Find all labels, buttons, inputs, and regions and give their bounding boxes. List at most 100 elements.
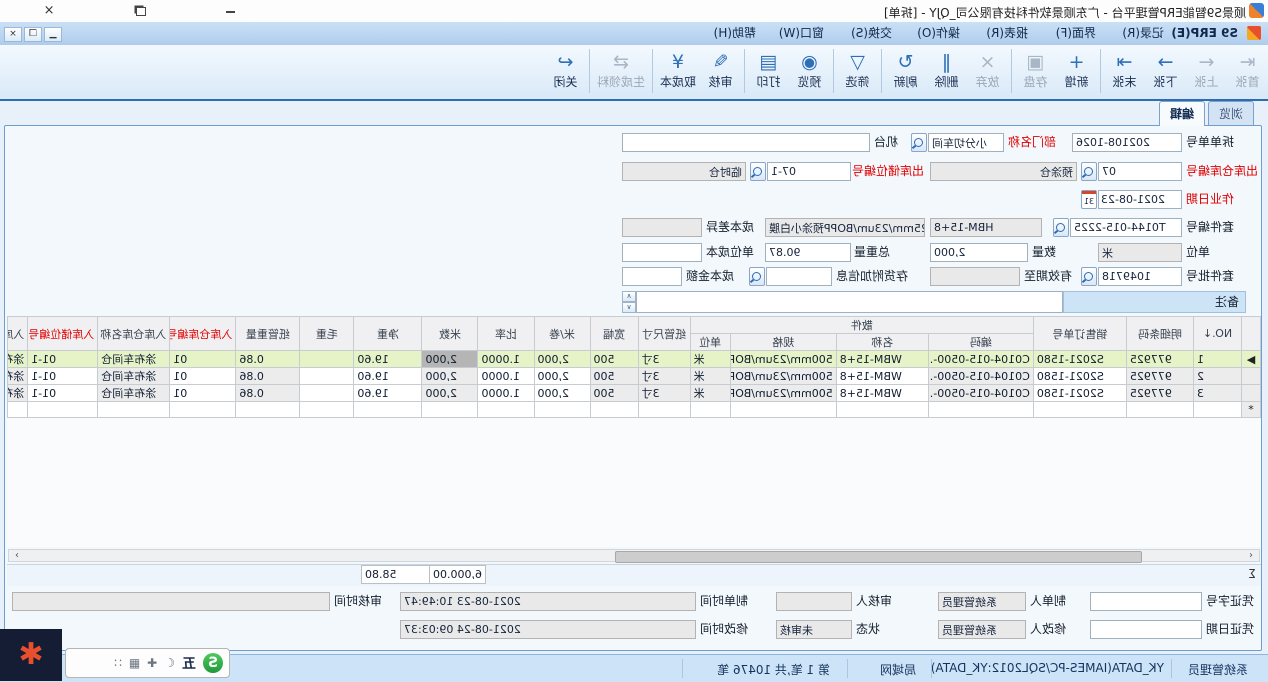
col-header-barcode[interactable]: 明细条码 [1126, 317, 1193, 351]
cell-name[interactable]: WBM-15+8 [836, 385, 928, 402]
col-header-core_wt[interactable]: 纸管重量 [236, 317, 300, 351]
cell-meters[interactable]: 2,000 [422, 351, 478, 368]
print-button[interactable]: ▤打印 [748, 47, 789, 97]
cell-meters[interactable]: 2,000 [422, 368, 478, 385]
scroll-right-arrow[interactable]: › [10, 550, 24, 562]
cell-empty-code[interactable] [928, 402, 1033, 418]
cell-barcode[interactable]: 977925 [1126, 385, 1193, 402]
cell-net[interactable]: 19.60 [354, 385, 422, 402]
cell-unit[interactable]: 米 [690, 368, 730, 385]
next-record-button[interactable]: →下张 [1145, 47, 1186, 97]
dept-input[interactable]: 小分切车间 [928, 133, 1004, 152]
ime-toolbar[interactable]: S 五 ☾ ✚ ▦ ∷ [65, 648, 230, 678]
cell-unit[interactable]: 米 [690, 351, 730, 368]
menu-item-0[interactable]: 记录(R) [1114, 25, 1172, 42]
cell-meters[interactable]: 2,000 [422, 385, 478, 402]
ime-keyboard-icon[interactable]: ▦ [129, 656, 140, 670]
preview-button[interactable]: ◉预览 [789, 47, 830, 97]
col-header-spec[interactable]: 规格 [730, 334, 836, 351]
cell-empty-meters[interactable] [422, 402, 478, 418]
menu-item-3[interactable]: 操作(O) [909, 25, 968, 42]
kit-code-input[interactable]: T0144-015-2225 [1070, 218, 1182, 237]
cell-wh_code[interactable]: 01 [170, 385, 236, 402]
table-row[interactable]: ▶1977925S2021-1580C0104-015-0500-...WBM-… [8, 351, 1261, 368]
cell-spec[interactable]: 500mm/23um/BOPP... [730, 368, 836, 385]
kit-code-lookup-button[interactable] [1053, 218, 1069, 237]
col-header-core_size[interactable]: 纸管尺寸 [638, 317, 690, 351]
out-wh-lookup-button[interactable] [1081, 162, 1097, 181]
cell-code[interactable]: C0104-015-0500-... [928, 368, 1033, 385]
cell-empty-loc_code[interactable] [28, 402, 98, 418]
cell-width[interactable]: 500 [590, 385, 638, 402]
last-record-button[interactable]: ⇥末张 [1104, 47, 1145, 97]
cell-loc_code[interactable]: 01-1 [28, 368, 98, 385]
cell-loc_name[interactable]: 涂布车间仓 [8, 368, 28, 385]
filter-button[interactable]: ▽筛选 [837, 47, 878, 97]
out-wh-input[interactable]: 07 [1098, 162, 1182, 181]
cell-core_size[interactable]: 3寸 [638, 385, 690, 402]
cell-loc_name[interactable]: 涂布车间仓 [8, 385, 28, 402]
cell-width[interactable]: 500 [590, 351, 638, 368]
new-row[interactable]: * [8, 402, 1261, 418]
cell-name[interactable]: WBM-15+8 [836, 351, 928, 368]
cell-wh_name[interactable]: 涂布车间仓 [98, 385, 170, 402]
work-date-input[interactable]: 2021-08-23 [1098, 190, 1182, 209]
delete-button[interactable]: ‖删除 [926, 47, 967, 97]
voucher-date-input[interactable] [1090, 620, 1202, 639]
col-header-m_per_roll[interactable]: 米/卷 [534, 317, 590, 351]
cell-wh_code[interactable]: 01 [170, 368, 236, 385]
cell-wh_name[interactable]: 涂布车间仓 [98, 368, 170, 385]
cell-empty-name[interactable] [836, 402, 928, 418]
cell-empty-spec[interactable] [730, 402, 836, 418]
calendar-button[interactable]: 31 [1081, 190, 1097, 209]
cell-gross[interactable] [300, 351, 354, 368]
cell-empty-loc_name[interactable] [8, 402, 28, 418]
cell-ratio[interactable]: 1.0000 [478, 351, 534, 368]
qty-input[interactable]: 2,000 [930, 243, 1028, 262]
cell-spec[interactable]: 500mm/23um/BOPP... [730, 351, 836, 368]
out-loc-lookup-button[interactable] [750, 162, 766, 181]
cell-loc_code[interactable]: 01-1 [28, 351, 98, 368]
cell-core_wt[interactable]: 0.86 [236, 368, 300, 385]
cell-net[interactable]: 19.60 [354, 368, 422, 385]
cell-empty-gross[interactable] [300, 402, 354, 418]
machine-input[interactable] [622, 133, 870, 152]
ime-menu-icon[interactable]: ∷ [114, 656, 122, 670]
voucher-no-input[interactable] [1090, 592, 1202, 611]
cell-no[interactable]: 2 [1193, 368, 1241, 385]
audit-button[interactable]: ✎审核 [700, 47, 741, 97]
table-row[interactable]: 2977925S2021-1580C0104-015-0500-...WBM-1… [8, 368, 1261, 385]
col-header-width[interactable]: 宽幅 [590, 317, 638, 351]
out-loc-input[interactable]: 07-1 [767, 162, 851, 181]
col-header-unit[interactable]: 单位 [690, 334, 730, 351]
menu-item-2[interactable]: 报表(R) [978, 25, 1036, 42]
memo-input[interactable] [636, 291, 1063, 313]
cell-empty-ratio[interactable] [478, 402, 534, 418]
inv-info-input[interactable] [766, 267, 832, 286]
cost-amount-input[interactable] [622, 267, 682, 286]
tab-edit[interactable]: 编辑 [1159, 101, 1205, 126]
menu-item-6[interactable]: 帮助(H) [706, 25, 764, 42]
cell-wh_code[interactable]: 01 [170, 351, 236, 368]
col-header-ratio[interactable]: 比率 [478, 317, 534, 351]
cell-m_per_roll[interactable]: 2,000 [534, 385, 590, 402]
cell-core_wt[interactable]: 0.86 [236, 351, 300, 368]
table-row[interactable]: 3977925S2021-1580C0104-015-0500-...WBM-1… [8, 385, 1261, 402]
refresh-button[interactable]: ↻刷新 [885, 47, 926, 97]
cell-so[interactable]: S2021-1580 [1033, 368, 1126, 385]
cell-ratio[interactable]: 1.0000 [478, 385, 534, 402]
close-form-button[interactable]: ↩关闭 [545, 47, 586, 97]
col-header-wh_code[interactable]: 入库仓库编号 [170, 317, 236, 351]
col-header-loc_code[interactable]: 入库储位编号 [28, 317, 98, 351]
ime-wubi-mode[interactable]: 五 [182, 653, 196, 673]
cell-barcode[interactable]: 977925 [1126, 351, 1193, 368]
cell-m_per_roll[interactable]: 2,000 [534, 368, 590, 385]
mdi-restore-button[interactable]: ❒ [24, 27, 42, 42]
cell-empty-m_per_roll[interactable] [534, 402, 590, 418]
cell-core_wt[interactable]: 0.86 [236, 385, 300, 402]
kit-batch-lookup-button[interactable] [1081, 267, 1097, 286]
cell-m_per_roll[interactable]: 2,000 [534, 351, 590, 368]
menu-item-5[interactable]: 窗口(W) [771, 25, 832, 42]
unit-cost-input[interactable] [622, 243, 702, 262]
cell-code[interactable]: C0104-015-0500-... [928, 351, 1033, 368]
